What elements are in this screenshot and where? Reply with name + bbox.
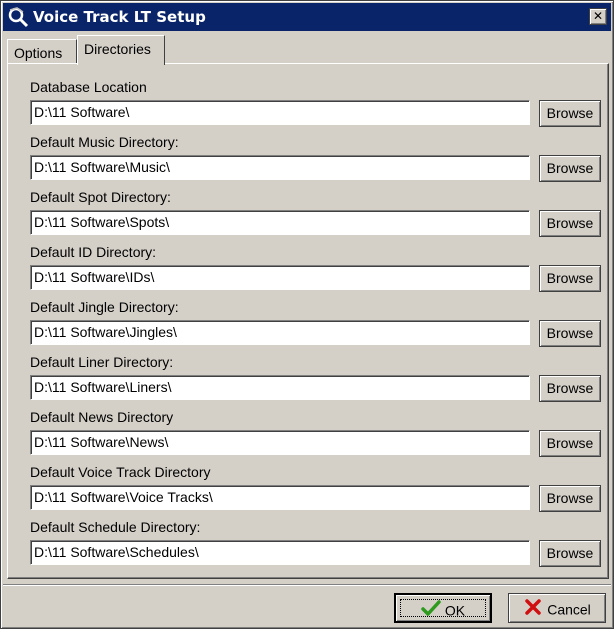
tab-options[interactable]: Options [7, 39, 77, 63]
cancel-label: Cancel [547, 601, 591, 618]
music-directory-label: Default Music Directory: [30, 134, 179, 150]
id-directory-label: Default ID Directory: [30, 244, 157, 260]
close-icon: ✕ [592, 9, 604, 23]
title-bar[interactable]: Voice Track LT Setup ✕ [3, 3, 611, 31]
voice-track-directory-row: Default Voice Track Directory D:\11 Soft… [8, 463, 608, 517]
setup-dialog: Voice Track LT Setup ✕ Options Directori… [0, 0, 614, 629]
browse-button-schedule[interactable]: Browse [539, 540, 601, 567]
schedule-directory-label: Default Schedule Directory: [30, 519, 201, 535]
browse-button-spot[interactable]: Browse [539, 210, 601, 237]
directories-panel: Database Location D:\11 Software\ Browse… [7, 63, 609, 579]
ok-button[interactable]: OK [394, 593, 492, 623]
footer-divider [3, 584, 611, 586]
voice-track-directory-label: Default Voice Track Directory [30, 464, 211, 480]
spot-directory-label: Default Spot Directory: [30, 189, 171, 205]
schedule-directory-field[interactable]: D:\11 Software\Schedules\ [30, 540, 530, 565]
music-directory-row: Default Music Directory: D:\11 Software\… [8, 133, 608, 187]
spot-directory-row: Default Spot Directory: D:\11 Software\S… [8, 188, 608, 242]
liner-directory-row: Default Liner Directory: D:\11 Software\… [8, 353, 608, 407]
browse-button-database[interactable]: Browse [539, 100, 601, 127]
cancel-button[interactable]: Cancel [508, 593, 606, 623]
id-directory-row: Default ID Directory: D:\11 Software\IDs… [8, 243, 608, 297]
news-directory-label: Default News Directory [30, 409, 174, 425]
jingle-directory-field[interactable]: D:\11 Software\Jingles\ [30, 320, 530, 345]
jingle-directory-row: Default Jingle Directory: D:\11 Software… [8, 298, 608, 352]
voice-track-directory-field[interactable]: D:\11 Software\Voice Tracks\ [30, 485, 530, 510]
checkmark-icon [421, 600, 441, 617]
news-directory-field[interactable]: D:\11 Software\News\ [30, 430, 530, 455]
spot-directory-field[interactable]: D:\11 Software\Spots\ [30, 210, 530, 235]
database-location-row: Database Location D:\11 Software\ Browse [8, 78, 608, 132]
window-title: Voice Track LT Setup [33, 8, 206, 26]
liner-directory-field[interactable]: D:\11 Software\Liners\ [30, 375, 530, 400]
red-x-icon [525, 599, 541, 616]
liner-directory-label: Default Liner Directory: [30, 354, 174, 370]
close-button[interactable]: ✕ [589, 8, 607, 25]
tab-directories[interactable]: Directories [77, 35, 165, 65]
browse-button-id[interactable]: Browse [539, 265, 601, 292]
browse-button-liner[interactable]: Browse [539, 375, 601, 402]
browse-button-voice-track[interactable]: Browse [539, 485, 601, 512]
music-directory-field[interactable]: D:\11 Software\Music\ [30, 155, 530, 180]
id-directory-field[interactable]: D:\11 Software\IDs\ [30, 265, 530, 290]
news-directory-row: Default News Directory D:\11 Software\Ne… [8, 408, 608, 462]
browse-button-jingle[interactable]: Browse [539, 320, 601, 347]
schedule-directory-row: Default Schedule Directory: D:\11 Softwa… [8, 518, 608, 572]
browse-button-music[interactable]: Browse [539, 155, 601, 182]
jingle-directory-label: Default Jingle Directory: [30, 299, 179, 315]
focus-rectangle [400, 599, 486, 617]
browse-button-news[interactable]: Browse [539, 430, 601, 457]
database-location-field[interactable]: D:\11 Software\ [30, 100, 530, 125]
database-location-label: Database Location [30, 79, 147, 95]
app-logo-icon [8, 7, 29, 28]
